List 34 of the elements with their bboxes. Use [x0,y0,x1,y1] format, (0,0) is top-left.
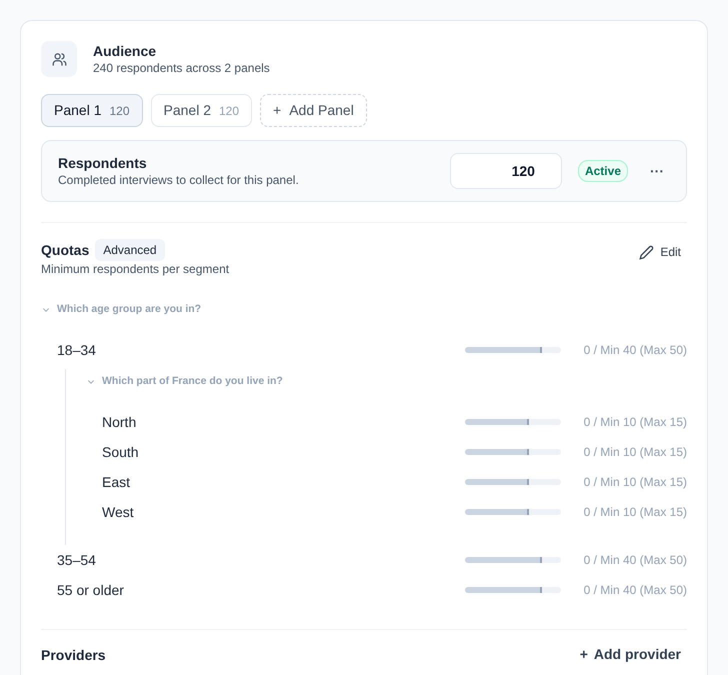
add-panel-button[interactable]: + Add Panel [260,94,367,127]
quota-reading: 0 / Min 40 (Max 50) [582,552,687,569]
status-badge: Active [578,160,628,182]
quotas-title: Quotas [41,241,90,259]
quota-reading: 0 / Min 10 (Max 15) [582,414,687,431]
providers-title: Providers [41,646,106,664]
option-label: West [102,502,135,522]
option-label: 55 or older [57,580,125,600]
users-icon [52,52,66,66]
pencil-icon [639,244,654,260]
option-label: East [102,472,132,492]
panel-tab[interactable]: Panel 1 120 [41,94,143,127]
edit-button[interactable]: Edit [633,239,687,265]
add-provider-button[interactable]: + Add provider [574,644,687,665]
option-label: North [102,412,138,432]
count-input[interactable]: 120 [450,153,562,189]
option-label: 18–34 [57,340,97,360]
question-label: Which part of France do you live in? [102,374,283,390]
panel-tab[interactable]: Panel 2 120 [150,94,252,127]
quota-reading: 0 / Min 40 (Max 50) [582,582,687,599]
quota-reading: 0 / Min 10 (Max 15) [582,504,687,521]
respondents-description: Completed interviews to collect for this panel. [58,172,300,188]
quotas-subtitle: Minimum respondents per segment [41,261,230,277]
quota-reading: 0 / Min 10 (Max 15) [582,444,687,461]
section-title: Audience [93,42,158,60]
quota-reading: 0 / Min 40 (Max 50) [582,342,687,359]
option-label: South [102,442,140,462]
section-subtitle: 240 respondents across 2 panels [93,60,270,76]
question-label: Which age group are you in? [57,302,202,318]
respondents-title: Respondents [58,154,148,172]
advanced-tag: Advanced [95,239,165,261]
quota-reading: 0 / Min 10 (Max 15) [582,474,687,491]
option-label: 35–54 [57,550,97,570]
more-button[interactable]: ··· [644,160,670,182]
